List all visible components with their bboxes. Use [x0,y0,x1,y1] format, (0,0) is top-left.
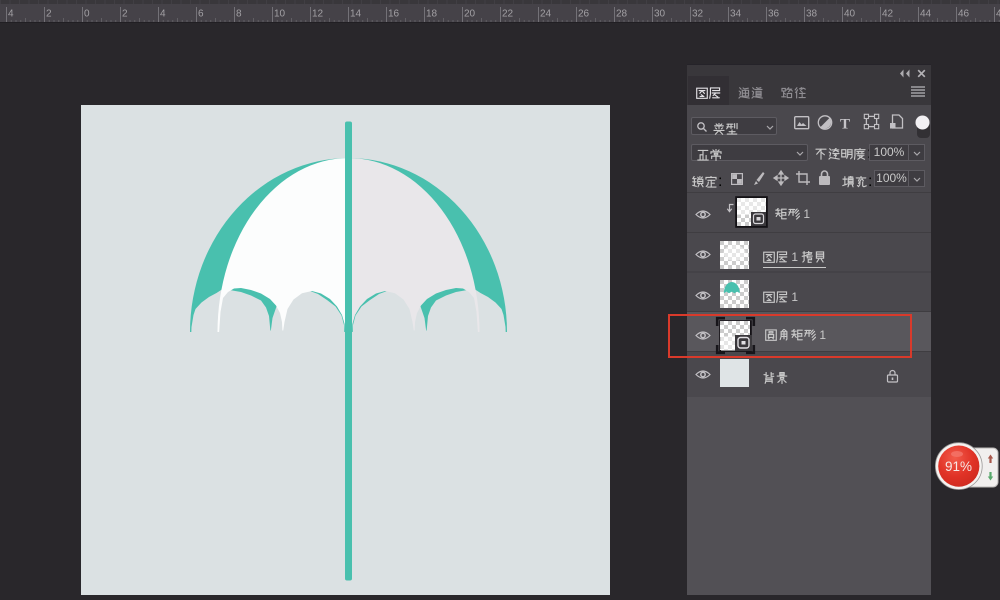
svg-text:6: 6 [198,9,204,20]
svg-text:40: 40 [844,9,856,20]
svg-text:34: 34 [730,9,742,20]
svg-text:28: 28 [616,9,628,20]
svg-text:30: 30 [654,9,666,20]
svg-text:22: 22 [502,9,514,20]
svg-text:32: 32 [692,9,704,20]
svg-text:42: 42 [882,9,894,20]
svg-text:10: 10 [274,9,286,20]
svg-text:48: 48 [996,9,1000,20]
svg-text:44: 44 [920,9,932,20]
svg-text:18: 18 [426,9,438,20]
svg-text:36: 36 [768,9,780,20]
svg-text:38: 38 [806,9,818,20]
svg-text:12: 12 [312,9,324,20]
svg-text:16: 16 [388,9,400,20]
svg-text:2: 2 [122,9,128,20]
svg-text:20: 20 [464,9,476,20]
svg-text:4: 4 [160,9,166,20]
svg-text:26: 26 [578,9,590,20]
svg-text:0: 0 [84,9,90,20]
svg-text:91%: 91% [945,459,972,474]
svg-text:8: 8 [236,9,242,20]
svg-text:24: 24 [540,9,552,20]
svg-text:14: 14 [350,9,362,20]
svg-text:2: 2 [46,9,52,20]
svg-text:46: 46 [958,9,970,20]
svg-text:4: 4 [8,9,14,20]
